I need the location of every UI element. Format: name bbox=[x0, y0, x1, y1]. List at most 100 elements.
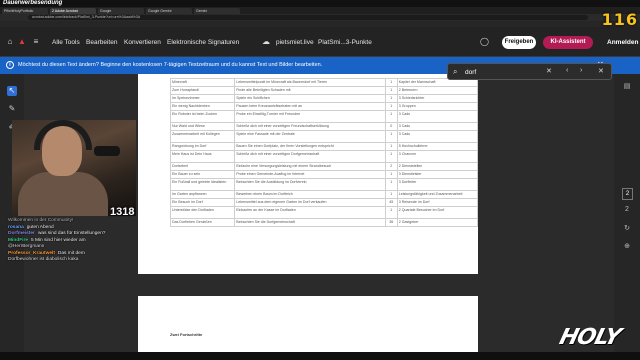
table-cell: Dorfarbeit bbox=[169, 162, 236, 171]
chat-text: 5 Min sind hier wieder am bbox=[31, 237, 86, 243]
table-cell: Betrachten Sie die Dorfgemeinschaft bbox=[234, 218, 386, 227]
profile-icon[interactable]: ◯ bbox=[480, 38, 489, 46]
trial-info-message: Möchtest du diesen Text ändern? Beginne … bbox=[18, 62, 323, 68]
viewer-count: 1318 bbox=[110, 206, 135, 218]
table-cell: Einkaufen an der Kasse im Dorfladen bbox=[234, 206, 386, 219]
chat-username: rosana bbox=[8, 224, 24, 230]
info-icon: i bbox=[6, 61, 14, 69]
follower-counter: 116 bbox=[601, 10, 638, 29]
menu-esign[interactable]: Elektronische Signaturen bbox=[167, 39, 239, 46]
table-cell: Bewerben einen Baum im Dorfteich bbox=[234, 190, 386, 199]
table-row: Ein Roboter ist beim Zocken Probe ein Ein… bbox=[169, 110, 478, 123]
chat-text: Das mit dem bbox=[57, 250, 85, 256]
table-cell: 3 Chancen bbox=[396, 150, 478, 163]
table-cell: 1 bbox=[384, 102, 398, 111]
table-cell: 1 bbox=[384, 94, 398, 103]
table-cell: Unterstütze den Dorfladen bbox=[169, 206, 236, 219]
table-cell: 3 Gruppen bbox=[396, 102, 478, 111]
menu-convert[interactable]: Konvertieren bbox=[124, 39, 161, 46]
streamer-body bbox=[18, 172, 108, 216]
table-cell: Zum Hurrapfandi bbox=[169, 86, 236, 95]
table-cell: Probe einen Gemeinde-Ausflug im Internet bbox=[234, 170, 386, 179]
document-page-2: Zwei Fortschritte bbox=[138, 296, 478, 360]
table-row: Unterstütze den Dorfladen Einkaufen an de… bbox=[169, 206, 478, 219]
search-input[interactable] bbox=[465, 67, 535, 77]
table-cell: 3 Cadu bbox=[396, 130, 478, 143]
table-cell: 2 Gastgeber bbox=[396, 218, 478, 227]
table-cell: 1 bbox=[384, 130, 398, 143]
comment-icon[interactable]: ✎ bbox=[7, 104, 17, 114]
stream-logo: HOLY bbox=[556, 325, 623, 350]
close-search-icon[interactable]: ✕ bbox=[598, 67, 604, 75]
sidebar-icon[interactable]: ▤ bbox=[622, 82, 632, 90]
table-cell: Bauen Sie einen Dorfplatz, der Ihren Vor… bbox=[234, 142, 386, 151]
table-cell: 3 Dienstleister bbox=[396, 170, 478, 179]
login-button[interactable]: Anmelden bbox=[607, 39, 638, 46]
chevron-down-icon[interactable]: › bbox=[580, 67, 582, 74]
left-tool-rail: ↖ ✎ ✐ bbox=[0, 74, 24, 360]
table-cell: Ein wenig Nachtdenken bbox=[169, 102, 236, 111]
table-cell: Rangordnung im Dorf bbox=[169, 142, 236, 151]
table-row: Das Dorfleben Genießen Betrachten Sie die… bbox=[169, 218, 478, 227]
chat-username: Dorfmeister bbox=[8, 231, 35, 236]
table-cell: 2 Quartale Besucher im Dorf bbox=[396, 206, 478, 219]
table-cell: 2 bbox=[384, 162, 398, 171]
chat-text: Wilkommen in der Community! bbox=[8, 218, 74, 223]
zoom-icon[interactable]: ⊕ bbox=[622, 242, 632, 250]
home-icon[interactable]: ⌂ bbox=[6, 38, 14, 46]
chat-overlay: Wilkommen in der Community! rosana guten A… bbox=[8, 218, 112, 264]
document-page: Minecraft Lebensmittelpunkt im Minecraft … bbox=[138, 74, 478, 274]
table-cell: 3 Cadu bbox=[396, 122, 478, 131]
table-cell: 36 bbox=[384, 218, 398, 227]
table-cell: 2 Betreuern bbox=[396, 86, 478, 95]
microphone bbox=[94, 146, 120, 156]
menu-edit[interactable]: Bearbeiten bbox=[86, 39, 117, 46]
select-cursor-icon[interactable]: ↖ bbox=[7, 86, 17, 96]
table-cell: Probe ein Einwillig-Turnier mit Freunden bbox=[234, 110, 386, 123]
page-number-indicator: 2 bbox=[622, 188, 633, 200]
search-icon: ⌕ bbox=[453, 67, 458, 76]
table-cell: Leistungsfähigkeit und Zusammenarbeit bbox=[396, 190, 478, 199]
chat-text: was sind das für Einstellungen? bbox=[37, 231, 106, 236]
table-cell: Lebensmittelpunkt im Minecraft als Bauer… bbox=[234, 78, 386, 87]
table-row: Dorfarbeit Einfache eine Versorgungsleist… bbox=[169, 162, 478, 171]
menu-icon[interactable]: ≡ bbox=[32, 38, 40, 46]
screen: Dauerwerbesendung PflichtHolyPortfolio 2… bbox=[0, 0, 640, 360]
chevron-up-icon[interactable]: ‹ bbox=[566, 67, 568, 74]
table-cell: 3 Dorfleiter bbox=[396, 178, 478, 191]
table-row: Minecraft Lebensmittelpunkt im Minecraft … bbox=[169, 78, 478, 87]
chat-username: MindFire bbox=[8, 237, 28, 243]
table-row: Ein Bauer zu sein Probe einen Gemeinde-Au… bbox=[169, 170, 478, 179]
table-cell: 45 bbox=[384, 198, 398, 207]
chat-text: @HerrBergmann bbox=[8, 244, 45, 249]
table-cell: Einfache eine Versorgungsleistung mit ei… bbox=[234, 162, 386, 171]
address-bar[interactable]: acrobat.adobe.com/link/track/PlatSmi_3-P… bbox=[28, 15, 588, 20]
page-total-icon: 2 bbox=[625, 206, 629, 213]
table-cell: Lebensmittel aus dem eigenen Garten im D… bbox=[234, 198, 386, 207]
section-title: Zwei Fortschritte bbox=[170, 332, 203, 337]
table-row: Im Speisezimmer Spiele ein Schiffchen 1 3 S… bbox=[169, 94, 478, 103]
table-cell: Ein Besuch im Dorf bbox=[169, 198, 236, 207]
share-button[interactable]: Freigeben bbox=[502, 36, 536, 49]
cloud-icon: ☁ bbox=[262, 37, 270, 46]
table-cell: Das Dorfleben Genießen bbox=[169, 218, 236, 227]
ai-assistant-button[interactable]: KI-Assistent bbox=[543, 36, 593, 49]
right-rail: ▤ 2 2 ↻ ⊕ bbox=[614, 74, 640, 360]
table-cell: Betrachten Sie die Ausbildung im Dorfver… bbox=[234, 178, 386, 191]
domain-label: pietsmiet.live bbox=[276, 39, 314, 46]
menu-all-tools[interactable]: Alle Tools bbox=[52, 39, 80, 46]
chat-username: Professor_Krautwelt bbox=[8, 250, 55, 256]
table-cell: 1 bbox=[384, 110, 398, 123]
acrobat-logo-icon[interactable]: ▲ bbox=[18, 38, 26, 46]
table-cell: Im Speisezimmer bbox=[169, 94, 236, 103]
clear-search-icon[interactable]: ✕ bbox=[546, 67, 552, 75]
table-cell: Zusammenarbeit mit Kollegen bbox=[169, 130, 236, 143]
table-cell: Mein Haus ist Dein Haus bbox=[169, 150, 236, 163]
banner-title: Dauerwerbesendung bbox=[3, 0, 63, 6]
taskbar bbox=[0, 352, 640, 360]
table-cell: 1 bbox=[384, 178, 398, 191]
refresh-icon[interactable]: ↻ bbox=[622, 224, 632, 232]
table-cell: Pausen beim Kreuzworträtselraten mit an bbox=[234, 102, 386, 111]
file-name[interactable]: PlatSmi...3-Punkte bbox=[318, 39, 372, 46]
address-bar-row: acrobat.adobe.com/link/track/PlatSmi_3-P… bbox=[0, 14, 640, 21]
